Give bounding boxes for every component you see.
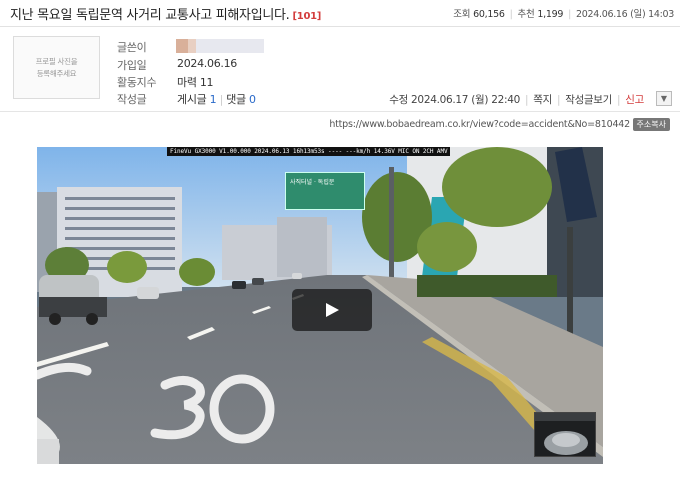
comments-count[interactable]: 0: [249, 93, 256, 106]
profile-photo-placeholder: 프로필 사진을 등록해주세요: [13, 36, 100, 99]
view-posts-link[interactable]: 작성글보기: [565, 94, 612, 106]
author-row: 글쓴이: [117, 39, 147, 55]
road-sign-text: 사직터널 · 독립문: [290, 179, 335, 186]
report-link[interactable]: 신고: [625, 94, 644, 106]
author-name-redacted[interactable]: [176, 39, 264, 53]
action-divider: |: [556, 94, 561, 106]
views-count: 60,156: [473, 9, 505, 20]
profile-photo-text: 프로필 사진을 등록해주세요: [35, 56, 78, 78]
post-header: 지난 목요일 독립문역 사거리 교통사고 피해자입니다. [101] 조회 60,1…: [0, 0, 680, 27]
joined-label: 가입일: [117, 59, 147, 72]
section-divider: [0, 111, 680, 112]
recommend-label: 추천: [517, 9, 535, 20]
more-toggle-button[interactable]: ▼: [656, 91, 672, 106]
recommend-count: 1,199: [537, 9, 564, 20]
dashcam-osd-overlay: FineVu GX3000 V1.00.000 2024.06.13 16h13…: [167, 147, 451, 156]
post-title: 지난 목요일 독립문역 사거리 교통사고 피해자입니다. [101]: [10, 4, 321, 23]
rear-camera-inset: [534, 412, 596, 457]
posts-label: 작성글: [117, 93, 147, 106]
comments-text[interactable]: 댓글: [226, 93, 246, 106]
author-label: 글쓴이: [117, 41, 147, 54]
chevron-down-icon: ▼: [660, 94, 668, 103]
views-label: 조회: [453, 9, 471, 20]
post-date: 2024.06.16 (일) 14:03: [576, 9, 674, 20]
stats-divider: |: [568, 9, 572, 20]
action-divider: |: [524, 94, 529, 106]
road-sign: 사직터널 · 독립문: [285, 172, 365, 210]
play-button[interactable]: [292, 289, 372, 331]
comment-count[interactable]: [101]: [293, 11, 322, 22]
activity-label: 활동지수: [117, 76, 157, 89]
rear-camera-view: [535, 413, 595, 456]
joined-date: 2024.06.16: [177, 57, 237, 70]
action-divider: |: [617, 94, 621, 106]
activity-row: 활동지수 마력 11: [117, 74, 214, 90]
posts-divider: |: [219, 93, 224, 106]
copy-url-button[interactable]: 주소복사: [632, 118, 670, 131]
author-name-blur: [196, 39, 264, 53]
dashcam-video-player[interactable]: 사직터널 · 독립문 FineVu GX3000 V1.00.000 2024.…: [37, 147, 603, 464]
post-stats: 조회 60,156 | 추천 1,199 | 2024.06.16 (일) 14:03: [453, 6, 674, 20]
message-link[interactable]: 쪽지: [533, 94, 552, 106]
stats-divider: |: [509, 9, 513, 20]
posts-stats: 게시글 1 | 댓글 0: [177, 91, 256, 107]
post-title-text: 지난 목요일 독립문역 사거리 교통사고 피해자입니다.: [10, 8, 290, 23]
posts-text[interactable]: 게시글: [177, 93, 207, 106]
joined-row: 가입일 2024.06.16: [117, 57, 237, 73]
posts-row: 작성글 게시글 1 | 댓글 0: [117, 91, 256, 107]
activity-value: 마력 11: [177, 76, 214, 89]
edited-date: 수정 2024.06.17 (월) 22:40: [389, 94, 520, 106]
play-icon: [326, 303, 339, 317]
post-url: https://www.bobaedream.co.kr/view?code=a…: [329, 119, 630, 130]
posts-count[interactable]: 1: [210, 93, 217, 106]
post-actions: 수정 2024.06.17 (월) 22:40 | 쪽지 | 작성글보기 | 신고: [389, 92, 644, 107]
